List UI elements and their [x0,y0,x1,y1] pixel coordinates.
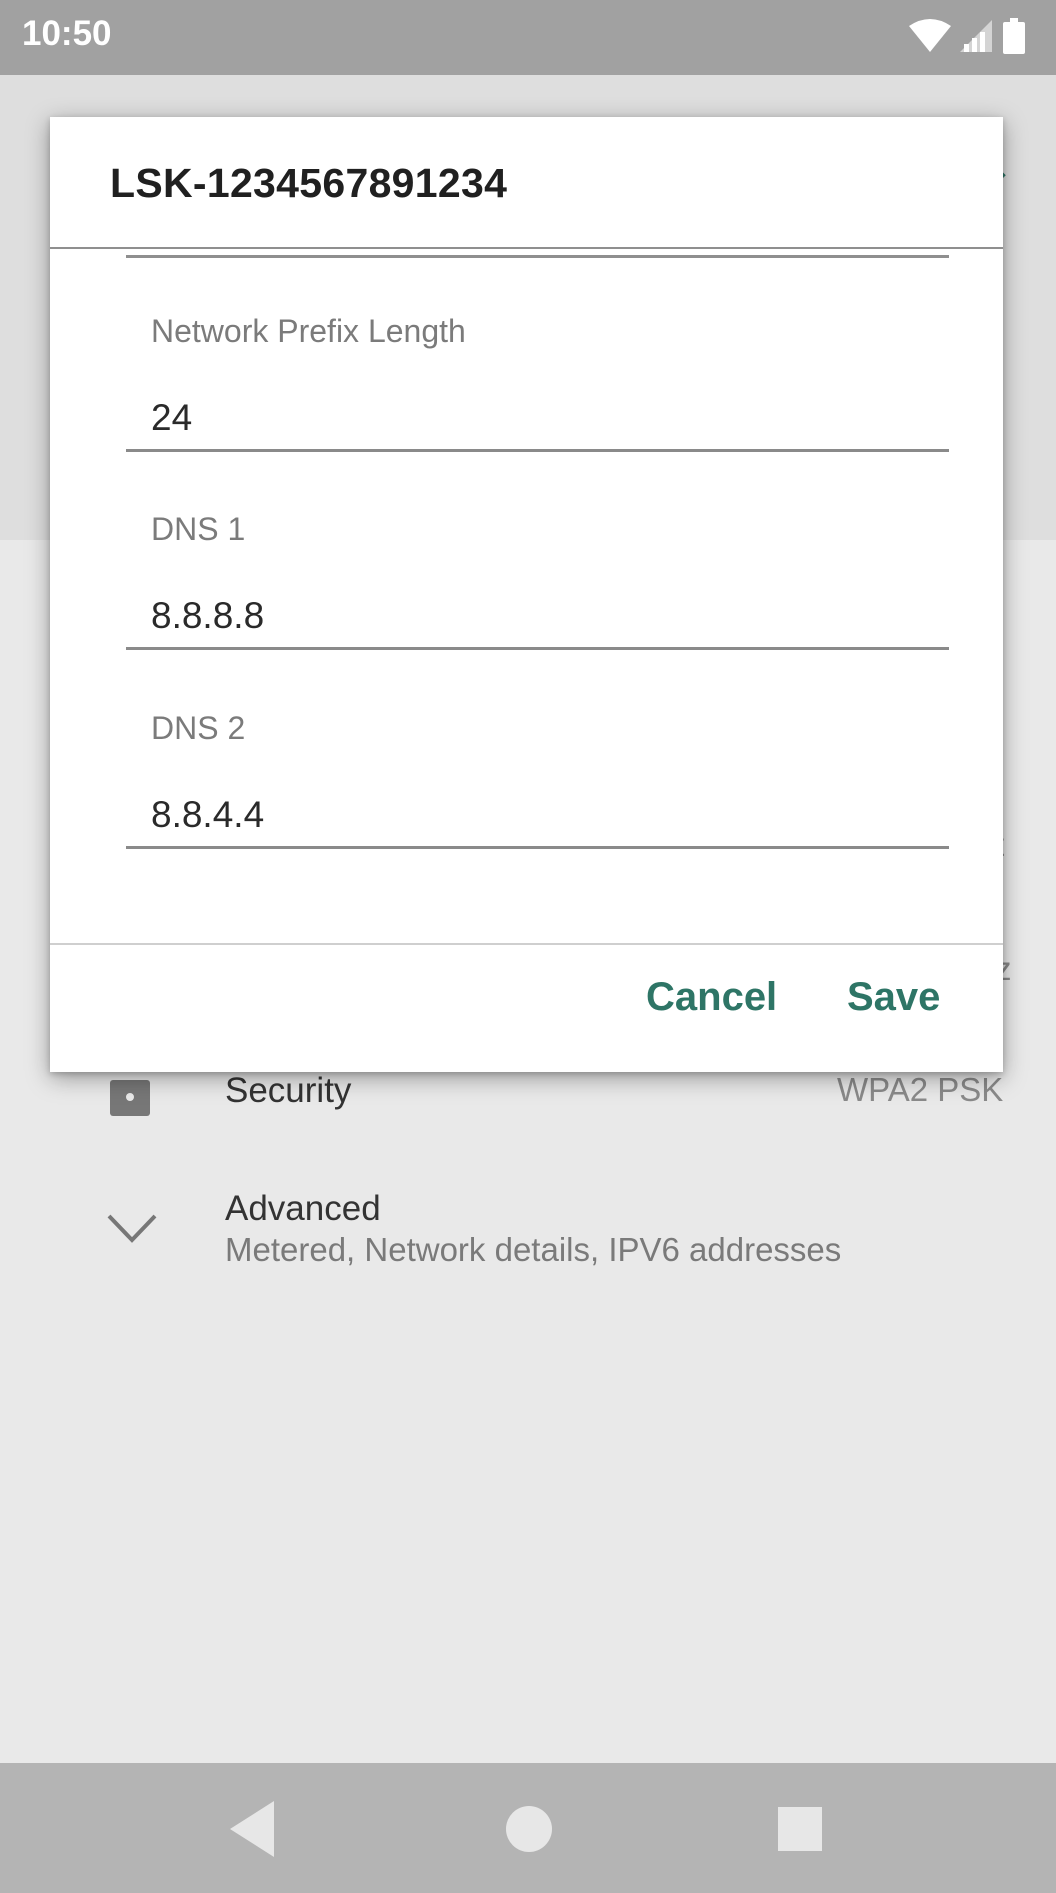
title-divider [50,247,1003,249]
security-value: WPA2 PSK [837,1071,1004,1108]
advanced-label: Advanced [225,1189,381,1228]
save-button[interactable]: Save [847,975,940,1020]
advanced-subtitle: Metered, Network details, IPV6 addresses [225,1231,842,1268]
signal-icon [960,20,992,52]
recents-icon[interactable] [762,1791,838,1867]
field-underline [126,647,949,650]
battery-icon [1003,18,1025,54]
field-label: DNS 1 [151,511,246,547]
wifi-icon [909,19,951,52]
actions-divider [50,943,1003,945]
status-icons [908,18,1036,54]
field-label: DNS 2 [151,710,246,746]
field-underline [126,449,949,452]
home-icon[interactable] [491,1791,567,1867]
previous-field-underline [126,255,949,258]
lock-icon [110,1080,150,1116]
field-label: Network Prefix Length [151,313,466,349]
cancel-button[interactable]: Cancel [646,975,777,1020]
ip-settings-dialog: LSK-1234567891234 Network Prefix Length … [50,117,1003,1072]
security-label: Security [225,1071,352,1110]
dns1-input[interactable]: 8.8.8.8 [151,595,264,637]
network-prefix-length-input[interactable]: 24 [151,397,192,439]
navigation-bar [0,1763,1056,1893]
field-underline [126,846,949,849]
dns2-input[interactable]: 8.8.4.4 [151,794,264,836]
status-bar: 10:50 [0,0,1056,75]
status-time: 10:50 [22,14,112,53]
chevron-down-icon [107,1214,157,1243]
back-icon[interactable] [222,1791,298,1867]
dialog-title: LSK-1234567891234 [110,160,508,206]
